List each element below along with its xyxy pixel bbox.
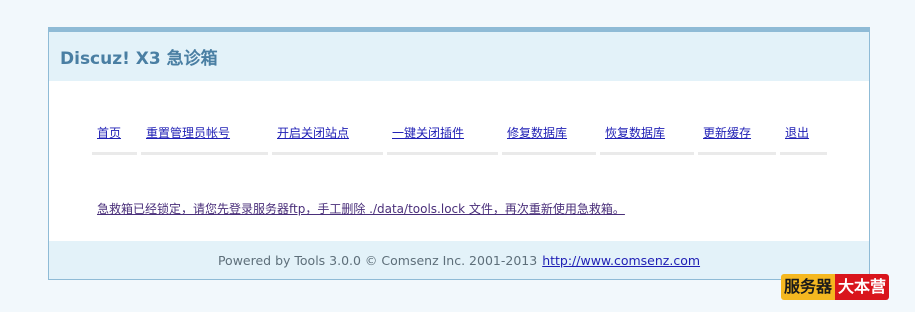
nav-item-close-plugins[interactable]: 一键关闭插件 (392, 126, 464, 140)
nav-cell-reset-admin: 重置管理员帐号 (141, 120, 268, 155)
nav-item-update-cache[interactable]: 更新缓存 (703, 126, 751, 140)
page-title: Discuz! X3 急诊箱 (60, 49, 218, 69)
nav-cell-logout: 退出 (780, 120, 827, 155)
nav-item-logout[interactable]: 退出 (785, 126, 809, 140)
footer-link[interactable]: http://www.comsenz.com (542, 253, 700, 268)
nav-item-restore-db[interactable]: 恢复数据库 (605, 126, 665, 140)
main-panel: Discuz! X3 急诊箱 首页 重置管理员帐号 开启关闭站点 一键关闭插件 … (48, 27, 870, 280)
nav-cell-repair-db: 修复数据库 (502, 120, 596, 155)
nav-cell-toggle-site: 开启关闭站点 (272, 120, 383, 155)
nav-item-toggle-site[interactable]: 开启关闭站点 (277, 126, 349, 140)
watermark-part2: 大本营 (835, 274, 890, 300)
nav-cell-home: 首页 (92, 120, 137, 155)
nav-item-repair-db[interactable]: 修复数据库 (507, 126, 567, 140)
watermark-logo: 服务器 大本营 (781, 274, 890, 300)
nav-cell-restore-db: 恢复数据库 (600, 120, 694, 155)
nav-cell-close-plugins: 一键关闭插件 (387, 120, 498, 155)
footer-copyright: Powered by Tools 3.0.0 © Comsenz Inc. 20… (217, 252, 538, 268)
nav-item-reset-admin[interactable]: 重置管理员帐号 (146, 126, 230, 140)
panel-footer: Powered by Tools 3.0.0 © Comsenz Inc. 20… (49, 241, 869, 279)
nav-menu: 首页 重置管理员帐号 开启关闭站点 一键关闭插件 修复数据库 恢复数据库 更新缓… (92, 120, 827, 155)
nav-item-home[interactable]: 首页 (97, 126, 121, 140)
lock-notice-link[interactable]: 急救箱已经锁定，请您先登录服务器ftp，手工删除 ./data/tools.lo… (97, 202, 625, 216)
watermark-part1: 服务器 (781, 274, 836, 300)
panel-header: Discuz! X3 急诊箱 (49, 32, 869, 81)
lock-notice: 急救箱已经锁定，请您先登录服务器ftp，手工删除 ./data/tools.lo… (97, 200, 625, 217)
nav-cell-update-cache: 更新缓存 (698, 120, 776, 155)
